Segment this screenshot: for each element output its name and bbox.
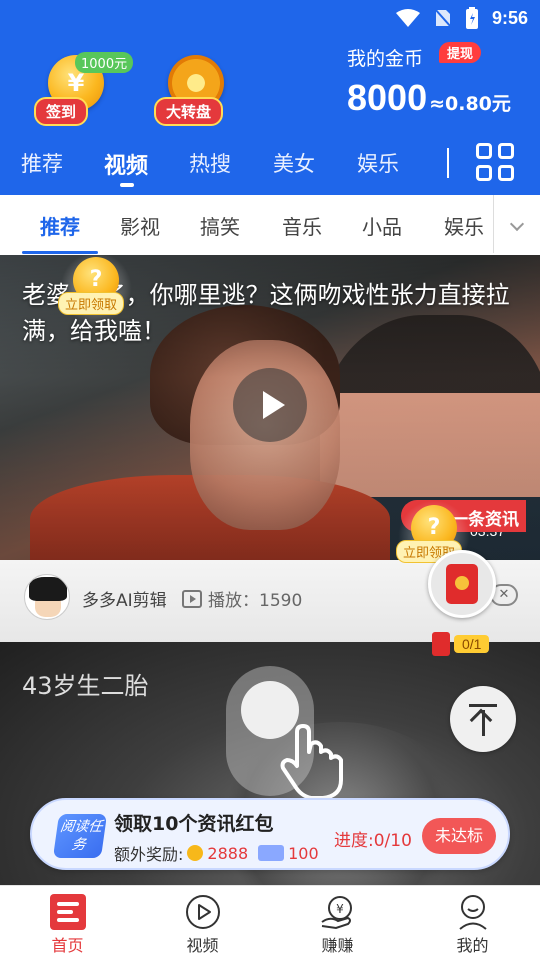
nav-earn-label: 赚赚 <box>321 936 354 955</box>
author-name[interactable]: 多多AI剪辑 <box>82 586 167 611</box>
arrow-up-icon <box>469 704 497 707</box>
tab-entertainment[interactable]: 娱乐 <box>336 140 420 190</box>
lucky-wheel-label: 大转盘 <box>154 97 224 126</box>
claim-now-label: 立即领取 <box>58 292 125 315</box>
channel-grid-icon[interactable] <box>475 142 515 182</box>
earn-icon: ¥ <box>320 896 352 930</box>
extra-reward-label: 额外奖励: <box>114 845 184 864</box>
ticket-icon <box>258 845 285 861</box>
play-count: 播放：1590 <box>182 586 302 611</box>
checkin-bonus-badge: 1000元 <box>75 52 134 73</box>
tab-local[interactable]: 本 <box>420 140 448 190</box>
task-progress: 进度:0/10 <box>334 831 412 851</box>
arrow-up-stem <box>482 710 485 736</box>
task-extra-reward: 额外奖励: 2888 100 <box>114 841 319 865</box>
subtab-funny[interactable]: 搞笑 <box>180 211 260 240</box>
play-count-icon <box>182 589 202 608</box>
gold-label: 我的金币 <box>347 48 424 70</box>
tab-hot-search[interactable]: 热搜 <box>168 140 252 190</box>
mini-envelope-icon <box>432 632 450 656</box>
subtab-entertainment[interactable]: 娱乐 <box>424 211 504 240</box>
home-icon <box>49 894 86 930</box>
mystery-reward-1[interactable]: ? 立即领取 <box>58 252 136 324</box>
nav-video[interactable]: 视频 <box>135 886 270 960</box>
subtab-music[interactable]: 音乐 <box>262 211 342 240</box>
red-envelope-icon <box>446 564 478 604</box>
red-envelope-progress: 0/1 <box>432 632 490 656</box>
reading-task-badge: 阅读任务 <box>52 814 108 858</box>
video-2-title[interactable]: 43岁生二胎 <box>22 666 149 701</box>
coin-icon <box>187 845 204 861</box>
chevron-down-icon <box>509 216 525 232</box>
gold-amount: 8000 <box>347 77 428 118</box>
reading-task-banner[interactable]: 阅读任务 领取10个资讯红包 额外奖励: 2888 100 进度:0/10 未达… <box>30 798 510 870</box>
channel-tabs: 推荐 视频 热搜 美女 娱乐 本 <box>0 140 448 190</box>
checkin-button[interactable]: ¥ 1000元 签到 <box>30 52 134 135</box>
play-count-text: 播放：1590 <box>208 591 303 611</box>
task-title: 领取10个资讯红包 <box>114 813 274 835</box>
play-icon <box>263 391 285 419</box>
envelope-count: 0/1 <box>454 635 490 653</box>
gold-equivalent: ≈0.80元 <box>429 93 511 115</box>
app-header: 9:56 ¥ 1000元 签到 大转盘 我的金币 提现 8000 ≈0.80元 … <box>0 0 540 195</box>
wifi-icon <box>395 9 420 27</box>
nav-video-label: 视频 <box>186 936 219 955</box>
my-gold-panel[interactable]: 我的金币 提现 8000 ≈0.80元 <box>347 42 511 119</box>
hand-pointer-icon <box>280 724 343 800</box>
video-category-tabs: 推荐 影视 搞笑 音乐 小品 娱乐 <box>0 195 540 255</box>
checkin-label: 签到 <box>34 97 89 126</box>
author-avatar[interactable] <box>24 574 70 620</box>
status-bar: 9:56 <box>395 6 528 30</box>
coin-reward: 2888 <box>207 843 249 863</box>
subtab-film[interactable]: 影视 <box>100 211 180 240</box>
tab-recommend[interactable]: 推荐 <box>0 140 84 190</box>
bottom-navigation: 首页 视频 ¥ 赚赚 我的 <box>0 885 540 960</box>
nav-earn[interactable]: ¥ 赚赚 <box>270 886 405 960</box>
video-play-icon <box>185 895 220 929</box>
battery-icon <box>465 7 478 29</box>
nav-home-label: 首页 <box>51 936 84 955</box>
svg-text:¥: ¥ <box>336 902 344 916</box>
tab-video[interactable]: 视频 <box>84 140 168 190</box>
subtab-recommend[interactable]: 推荐 <box>20 211 100 240</box>
red-envelope-button[interactable] <box>428 550 496 618</box>
profile-icon <box>458 895 487 930</box>
nav-home[interactable]: 首页 <box>0 886 135 960</box>
task-status-button[interactable]: 未达标 <box>422 818 496 854</box>
withdraw-button[interactable]: 提现 <box>439 42 482 63</box>
no-sim-icon <box>434 8 452 28</box>
ticket-reward: 100 <box>288 843 319 863</box>
tabs-divider <box>447 148 449 178</box>
subtab-skit[interactable]: 小品 <box>342 211 422 240</box>
tab-beauty[interactable]: 美女 <box>252 140 336 190</box>
arrow-up-head <box>469 708 493 732</box>
lucky-wheel-button[interactable]: 大转盘 <box>150 55 240 135</box>
back-to-top-button[interactable] <box>450 686 516 752</box>
subtab-expand-button[interactable] <box>493 195 540 253</box>
nav-profile[interactable]: 我的 <box>405 886 540 960</box>
status-time: 9:56 <box>491 7 528 28</box>
play-button[interactable] <box>233 368 307 442</box>
nav-profile-label: 我的 <box>456 936 489 955</box>
